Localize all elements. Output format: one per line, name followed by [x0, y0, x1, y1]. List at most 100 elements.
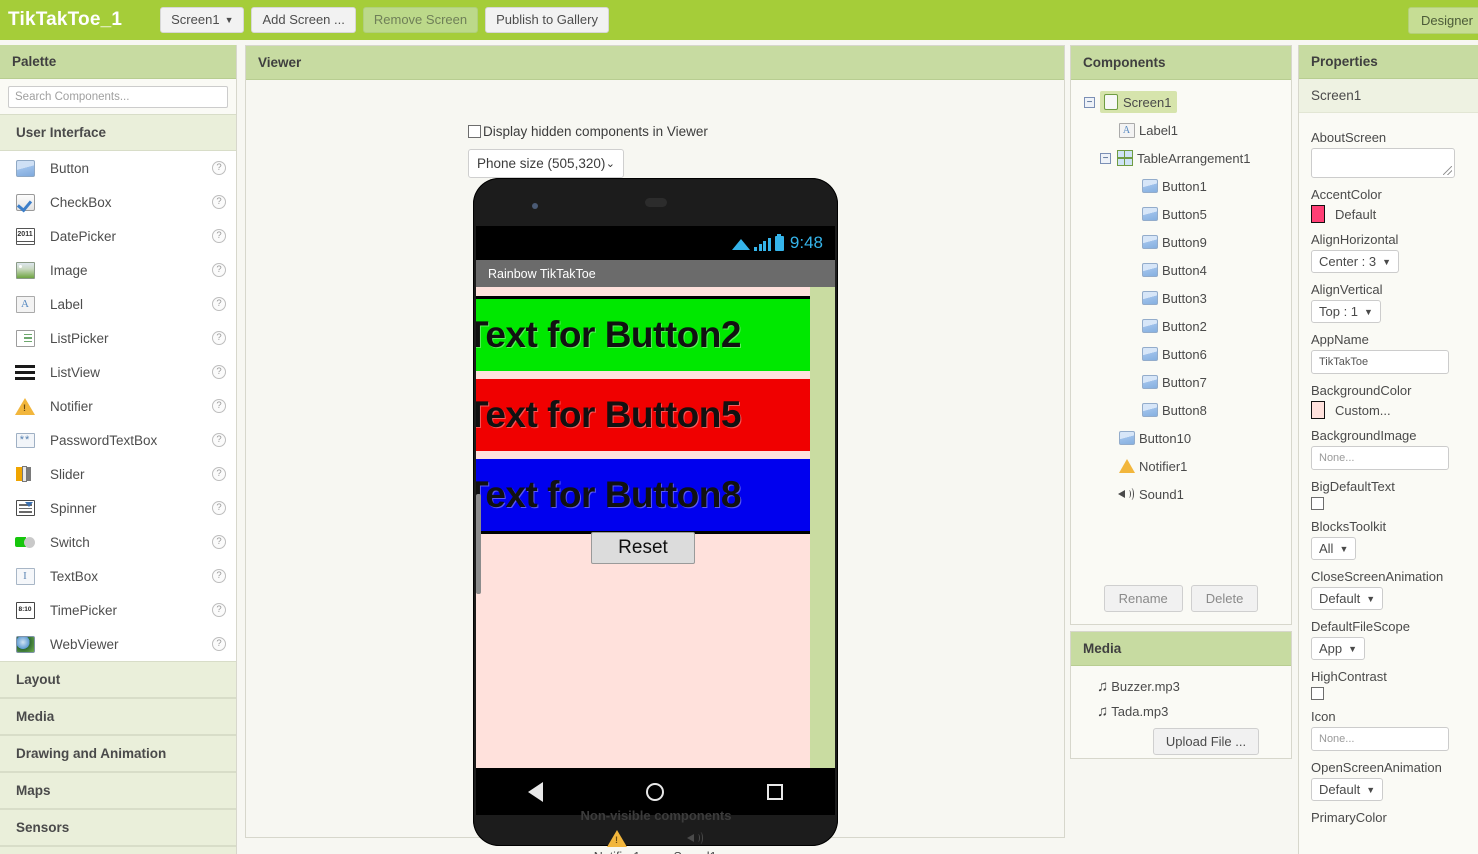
palette-category-layout[interactable]: Layout — [0, 661, 236, 698]
tree-node-button5[interactable]: Button5 — [1071, 200, 1291, 228]
help-icon[interactable]: ? — [212, 467, 226, 481]
rename-button[interactable]: Rename — [1104, 585, 1183, 612]
nonvisible-item-sound1[interactable]: Sound1 — [667, 828, 723, 854]
palette-item-listpicker[interactable]: ListPicker ? — [0, 321, 236, 355]
search-input[interactable] — [8, 86, 228, 108]
button-row-blue[interactable]: Text for Button8 — [476, 459, 810, 531]
palette-item-button[interactable]: Button ? — [0, 151, 236, 185]
help-icon[interactable]: ? — [212, 637, 226, 651]
reset-button-area: Reset — [476, 532, 810, 564]
property-label-alignvertical: AlignVertical — [1311, 282, 1466, 297]
help-icon[interactable]: ? — [212, 263, 226, 277]
palette-item-timepicker[interactable]: 8:10 TimePicker ? — [0, 593, 236, 627]
tree-node-button4[interactable]: Button4 — [1071, 256, 1291, 284]
media-item-tada[interactable]: ♫ Tada.mp3 — [1097, 699, 1291, 724]
alignvertical-dropdown[interactable]: Top : 1▼ — [1311, 300, 1381, 323]
help-icon[interactable]: ? — [212, 399, 226, 413]
palette-item-listview[interactable]: ListView ? — [0, 355, 236, 389]
backgroundcolor-picker[interactable]: Custom... — [1311, 401, 1466, 419]
back-icon[interactable] — [528, 782, 543, 802]
palette-item-switch[interactable]: Switch ? — [0, 525, 236, 559]
defaultfilescope-dropdown[interactable]: App▼ — [1311, 637, 1365, 660]
help-icon[interactable]: ? — [212, 365, 226, 379]
tree-node-sound1[interactable]: Sound1 — [1071, 480, 1291, 508]
help-icon[interactable]: ? — [212, 229, 226, 243]
palette-category-media[interactable]: Media — [0, 698, 236, 735]
palette-item-image[interactable]: Image ? — [0, 253, 236, 287]
tree-node-button2[interactable]: Button2 — [1071, 312, 1291, 340]
help-icon[interactable]: ? — [212, 603, 226, 617]
backgroundimage-input[interactable] — [1311, 446, 1449, 470]
help-icon[interactable]: ? — [212, 501, 226, 515]
help-icon[interactable]: ? — [212, 331, 226, 345]
phone-size-select[interactable]: Phone size (505,320) ⌄ — [468, 149, 624, 178]
palette-item-slider[interactable]: Slider ? — [0, 457, 236, 491]
remove-screen-button[interactable]: Remove Screen — [363, 7, 478, 33]
help-icon[interactable]: ? — [212, 161, 226, 175]
palette-item-spinner[interactable]: Spinner ? — [0, 491, 236, 525]
palette-item-passwordtextbox[interactable]: ** PasswordTextBox ? — [0, 423, 236, 457]
alignhorizontal-dropdown[interactable]: Center : 3▼ — [1311, 250, 1399, 273]
tree-node-label1[interactable]: A Label1 — [1071, 116, 1291, 144]
palette-category-drawing-and-animation[interactable]: Drawing and Animation — [0, 735, 236, 772]
palette-category-maps[interactable]: Maps — [0, 772, 236, 809]
palette-item-datepicker[interactable]: 2011 DatePicker ? — [0, 219, 236, 253]
horizontal-scrollbar-thumb[interactable] — [476, 494, 481, 594]
top-toolbar: TikTakToe_1 Screen1▼ Add Screen ... Remo… — [0, 0, 1478, 40]
collapse-toggle-icon[interactable]: − — [1100, 153, 1111, 164]
media-item-label: Tada.mp3 — [1111, 704, 1168, 719]
blockstoolkit-dropdown[interactable]: All▼ — [1311, 537, 1356, 560]
tree-node-screen1[interactable]: − Screen1 — [1071, 88, 1291, 116]
icon-input[interactable] — [1311, 727, 1449, 751]
highcontrast-checkbox[interactable] — [1311, 687, 1324, 700]
tree-node-tablearrangement1[interactable]: − TableArrangement1 — [1071, 144, 1291, 172]
tree-node-label: Notifier1 — [1139, 459, 1187, 474]
button-row-green[interactable]: Text for Button2 — [476, 299, 810, 371]
collapse-toggle-icon[interactable]: − — [1084, 97, 1095, 108]
bigdefaulttext-checkbox[interactable] — [1311, 497, 1324, 510]
tree-node-button1[interactable]: Button1 — [1071, 172, 1291, 200]
palette-item-webviewer[interactable]: WebViewer ? — [0, 627, 236, 661]
help-icon[interactable]: ? — [212, 195, 226, 209]
aboutscreen-textarea[interactable] — [1311, 148, 1455, 178]
accentcolor-picker[interactable]: Default — [1311, 205, 1466, 223]
tree-node-button8[interactable]: Button8 — [1071, 396, 1291, 424]
property-label-primarycolor: PrimaryColor — [1311, 810, 1466, 825]
upload-file-button[interactable]: Upload File ... — [1153, 728, 1259, 755]
palette-category-social[interactable]: Social — [0, 846, 236, 854]
palette-item-notifier[interactable]: Notifier ? — [0, 389, 236, 423]
tree-node-notifier1[interactable]: Notifier1 — [1071, 452, 1291, 480]
designer-toggle-button[interactable]: Designer — [1408, 7, 1478, 34]
nonvisible-item-notifier1[interactable]: Notifier1 — [589, 828, 645, 854]
reset-button[interactable]: Reset — [591, 532, 695, 564]
signal-icon — [754, 238, 771, 251]
help-icon[interactable]: ? — [212, 535, 226, 549]
openscreenanimation-dropdown[interactable]: Default▼ — [1311, 778, 1383, 801]
tree-node-button7[interactable]: Button7 — [1071, 368, 1291, 396]
palette-item-checkbox[interactable]: CheckBox ? — [0, 185, 236, 219]
closescreenanimation-dropdown[interactable]: Default▼ — [1311, 587, 1383, 610]
help-icon[interactable]: ? — [212, 297, 226, 311]
help-icon[interactable]: ? — [212, 569, 226, 583]
palette-category-user-interface[interactable]: User Interface — [0, 114, 236, 151]
publish-to-gallery-button[interactable]: Publish to Gallery — [485, 7, 609, 33]
button-icon — [1141, 318, 1158, 334]
palette-item-label[interactable]: A Label ? — [0, 287, 236, 321]
add-screen-button[interactable]: Add Screen ... — [251, 7, 355, 33]
palette-item-textbox[interactable]: I TextBox ? — [0, 559, 236, 593]
media-item-buzzer[interactable]: ♫ Buzzer.mp3 — [1097, 674, 1291, 699]
tree-node-button9[interactable]: Button9 — [1071, 228, 1291, 256]
button-row-red[interactable]: Text for Button5 — [476, 379, 810, 451]
home-icon[interactable] — [646, 783, 664, 801]
tree-node-button10[interactable]: Button10 — [1071, 424, 1291, 452]
screen-select-dropdown[interactable]: Screen1▼ — [160, 7, 244, 34]
backgroundcolor-swatch — [1311, 401, 1325, 419]
recents-icon[interactable] — [767, 784, 783, 800]
appname-input[interactable] — [1311, 350, 1449, 374]
tree-node-button3[interactable]: Button3 — [1071, 284, 1291, 312]
tree-node-button6[interactable]: Button6 — [1071, 340, 1291, 368]
help-icon[interactable]: ? — [212, 433, 226, 447]
display-hidden-components-checkbox[interactable] — [468, 125, 481, 138]
delete-button[interactable]: Delete — [1191, 585, 1259, 612]
palette-category-sensors[interactable]: Sensors — [0, 809, 236, 846]
